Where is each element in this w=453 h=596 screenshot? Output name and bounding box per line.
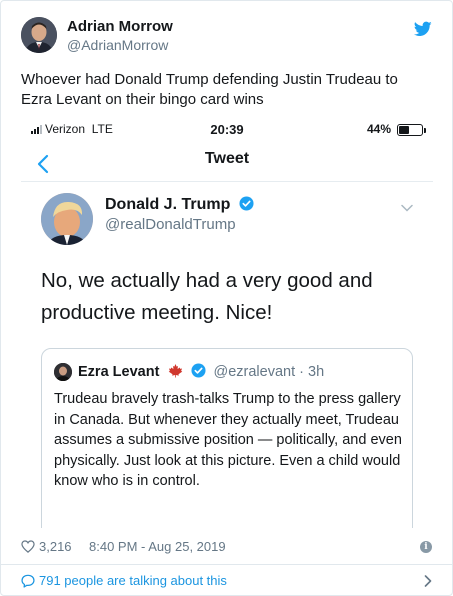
quoted-handle: @ezralevant <box>213 364 296 380</box>
chevron-down-icon <box>401 204 413 212</box>
inner-author-name: Donald J. Trump <box>105 196 231 213</box>
maple-leaf-icon <box>169 363 183 378</box>
embed-header: Adrian Morrow @AdrianMorrow <box>21 15 432 59</box>
tweet-photo[interactable]: Verizon LTE 20:39 44% Tweet Donald J. Tr… <box>21 110 433 528</box>
verified-badge-icon <box>239 196 254 211</box>
author-handle[interactable]: @AdrianMorrow <box>67 37 168 53</box>
verified-badge-icon <box>191 363 206 378</box>
quoted-header: Ezra Levant @ezralevant · 3h <box>78 363 324 381</box>
twitter-bird-icon[interactable] <box>414 21 432 37</box>
tweet-meta: 3,216 8:40 PM - Aug 25, 2019 i <box>21 539 432 557</box>
screenshot-nav-title: Tweet <box>204 150 250 167</box>
inner-author-row: Donald J. Trump <box>105 196 254 216</box>
status-bar: Verizon LTE 20:39 44% <box>21 122 433 138</box>
screenshot-nav-bar: Tweet <box>21 146 433 182</box>
conversation-text[interactable]: 791 people are talking about this <box>39 573 227 588</box>
quoted-text: Trudeau bravely trash-talks Trump to the… <box>54 391 402 489</box>
speech-bubble-icon <box>21 574 35 588</box>
conversation-link[interactable]: 791 people are talking about this <box>21 573 432 591</box>
quoted-time: 3h <box>308 364 325 380</box>
inner-author-handle: @realDonaldTrump <box>105 216 236 233</box>
quoted-name: Ezra Levant <box>78 364 160 380</box>
heart-icon[interactable] <box>21 540 35 553</box>
battery-percent: 44% <box>366 122 391 136</box>
quoted-separator: · <box>295 364 309 380</box>
footer-divider <box>1 564 452 565</box>
info-icon[interactable]: i <box>420 541 432 553</box>
quoted-avatar <box>54 363 72 381</box>
tweet-timestamp[interactable]: 8:40 PM - Aug 25, 2019 <box>89 539 226 554</box>
quoted-tweet: Ezra Levant @ezralevant · 3h Trudeau bra… <box>41 348 413 528</box>
quoted-author-avatar <box>41 193 93 245</box>
author-name[interactable]: Adrian Morrow <box>67 18 173 35</box>
author-avatar[interactable] <box>21 17 57 53</box>
chevron-right-icon[interactable] <box>424 575 432 587</box>
battery-fill <box>399 126 409 134</box>
battery-icon <box>397 124 426 136</box>
like-count[interactable]: 3,216 <box>39 539 72 554</box>
inner-tweet-text: No, we actually had a very good and prod… <box>41 269 373 324</box>
tweet-text: Whoever had Donald Trump defending Justi… <box>21 71 398 108</box>
tweet-embed-card: Adrian Morrow @AdrianMorrow Whoever had … <box>0 0 453 596</box>
